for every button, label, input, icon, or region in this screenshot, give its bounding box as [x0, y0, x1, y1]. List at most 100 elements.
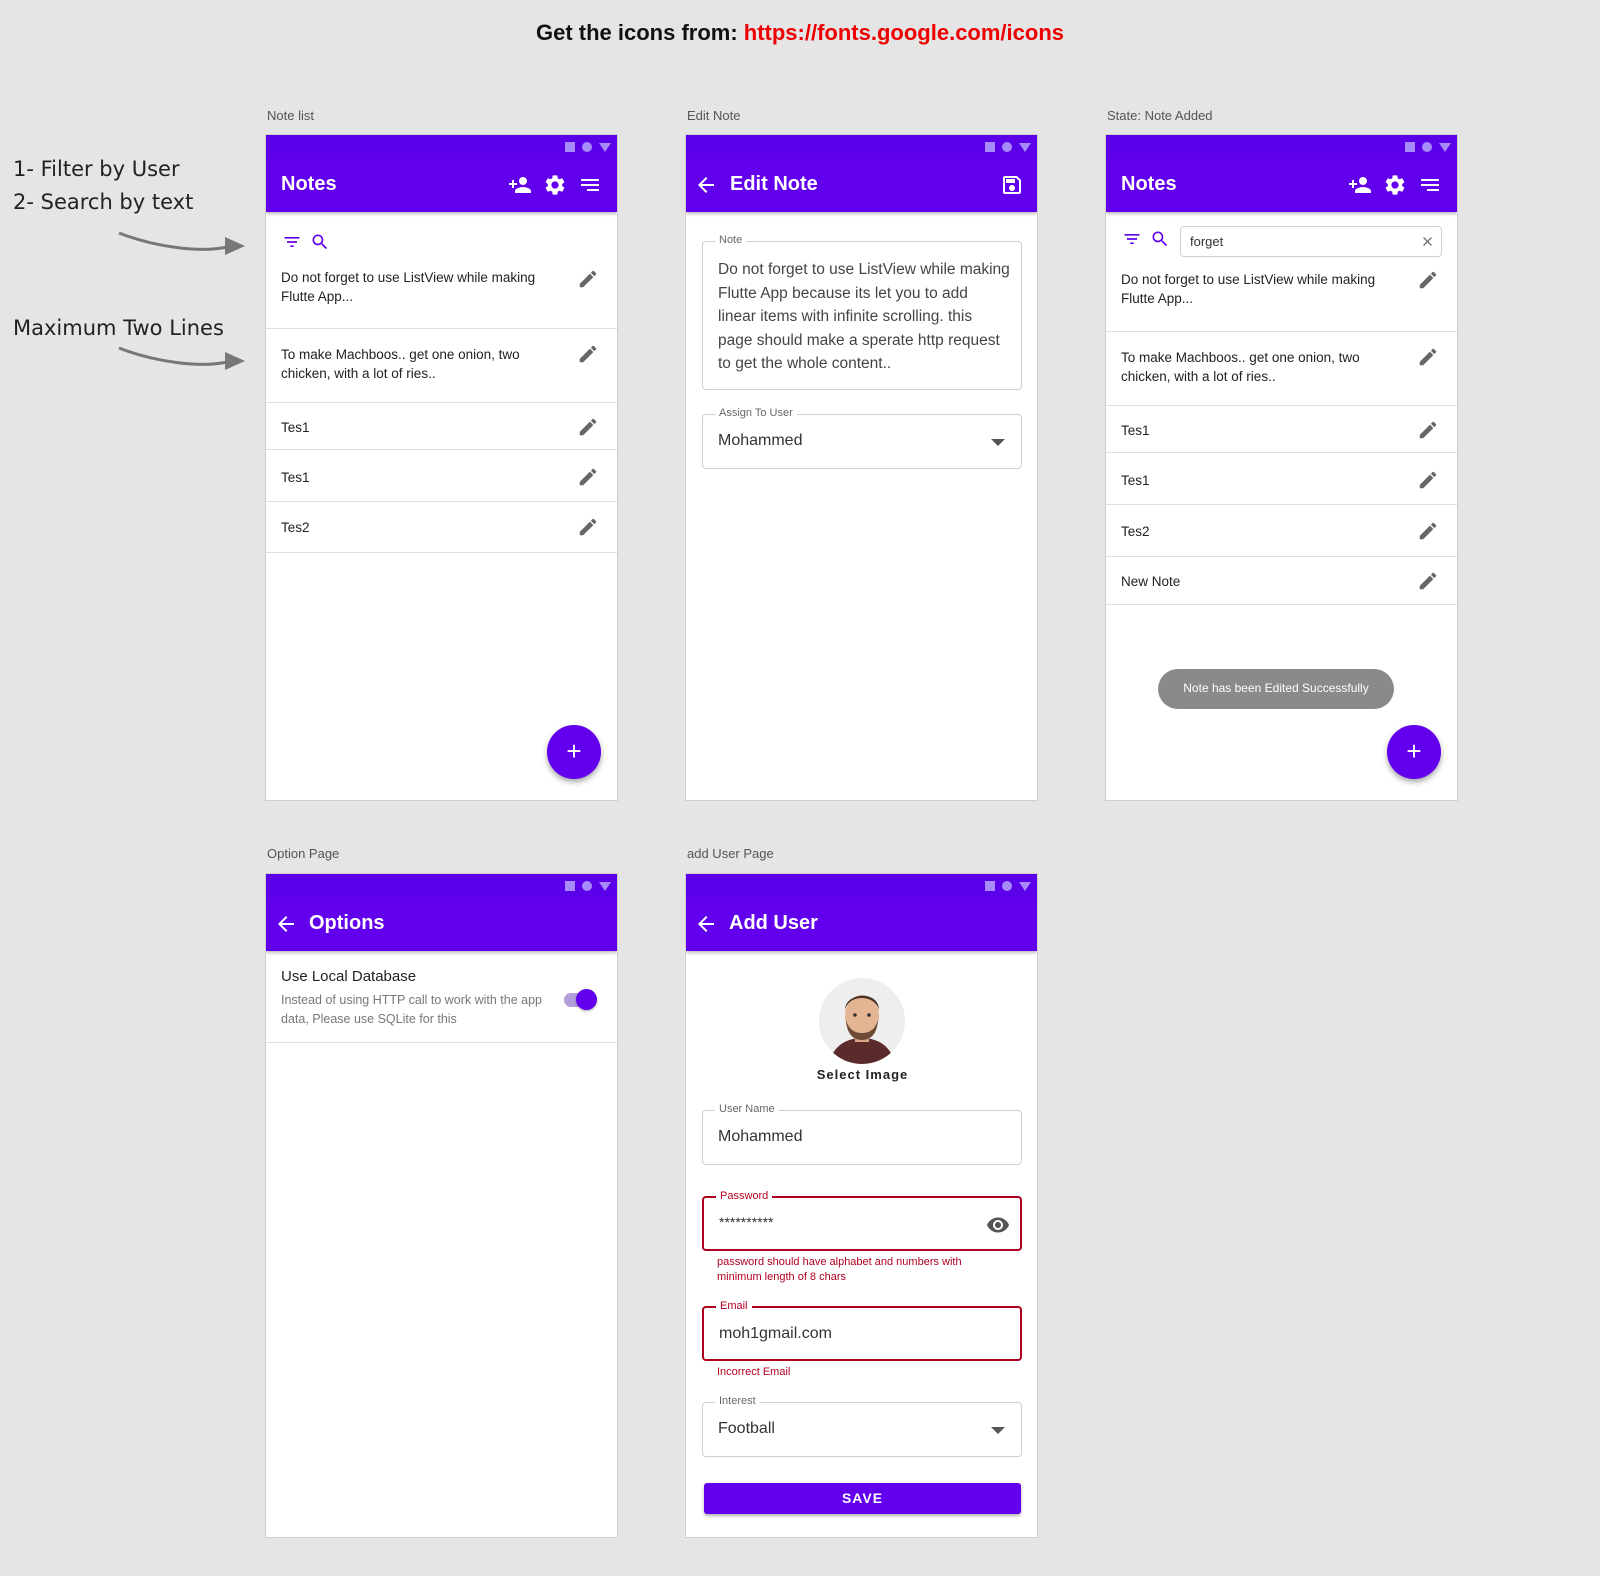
assign-user-select[interactable]: Assign To User Mohammed [702, 407, 1022, 469]
edit-icon[interactable] [1417, 469, 1439, 491]
filter-icon[interactable] [282, 232, 302, 252]
note-text: Do not forget to use ListView while maki… [1121, 272, 1376, 306]
edit-icon[interactable] [577, 268, 599, 290]
status-signal-icon [1019, 143, 1031, 152]
username-value: Mohammed [718, 1128, 803, 1145]
add-note-fab[interactable]: + [1387, 725, 1441, 779]
email-error: Incorrect Email [717, 1366, 791, 1378]
list-item[interactable]: Do not forget to use ListView while maki… [1106, 259, 1457, 332]
note-text: Tes1 [281, 470, 310, 485]
toggle-thumb [576, 989, 597, 1010]
list-item[interactable]: Do not forget to use ListView while maki… [266, 260, 617, 329]
status-bar [1106, 135, 1457, 158]
status-square-icon [565, 142, 575, 152]
clear-icon[interactable] [1420, 234, 1435, 249]
frame-label-note-list: Note list [267, 108, 314, 123]
edit-icon[interactable] [1417, 269, 1439, 291]
list-item[interactable]: Tes1 [1106, 453, 1457, 505]
person-add-icon[interactable] [508, 173, 532, 197]
add-note-fab[interactable]: + [547, 725, 601, 779]
edit-icon[interactable] [577, 516, 599, 538]
list-item[interactable]: Tes2 [1106, 505, 1457, 557]
notes-icon[interactable] [1418, 173, 1442, 197]
status-signal-icon [1439, 143, 1451, 152]
local-database-toggle[interactable] [564, 989, 597, 1010]
list-item[interactable]: Tes1 [266, 450, 617, 502]
app-bar: Edit Note [686, 158, 1037, 212]
search-input-value: forget [1190, 234, 1224, 249]
status-square-icon [565, 881, 575, 891]
status-circle-icon [1422, 142, 1432, 152]
settings-icon[interactable] [1383, 173, 1407, 197]
status-signal-icon [599, 143, 611, 152]
annotation-filter: 1- Filter by User [13, 157, 180, 181]
snackbar-toast: Note has been Edited Successfully [1158, 669, 1394, 709]
edit-icon[interactable] [577, 343, 599, 365]
note-text: Tes1 [281, 420, 310, 435]
filter-search-row [266, 216, 617, 260]
edit-icon[interactable] [1417, 520, 1439, 542]
search-input[interactable]: forget [1180, 226, 1442, 257]
edit-icon[interactable] [1417, 570, 1439, 592]
icons-source-prefix: Get the icons from: [535, 20, 744, 45]
annotation-arrow-icon [118, 231, 245, 255]
app-bar-title: Add User [729, 912, 818, 934]
list-item[interactable]: To make Machboos.. get one onion, two ch… [1106, 332, 1457, 406]
setting-local-database[interactable]: Use Local Database Instead of using HTTP… [266, 951, 617, 1043]
dropdown-arrow-icon [991, 1427, 1005, 1434]
search-icon[interactable] [310, 232, 330, 252]
save-button[interactable]: SAVE [704, 1483, 1021, 1514]
avatar[interactable] [819, 978, 905, 1064]
notes-icon[interactable] [578, 173, 602, 197]
interest-select[interactable]: Interest Football [702, 1395, 1022, 1457]
note-text: Tes2 [281, 520, 310, 535]
annotation-arrow-icon [118, 346, 245, 370]
back-arrow-icon[interactable] [694, 912, 718, 936]
note-text: To make Machboos.. get one onion, two ch… [281, 347, 520, 381]
search-icon[interactable] [1150, 229, 1170, 249]
username-field[interactable]: User Name Mohammed [702, 1103, 1022, 1165]
list-item[interactable]: Tes2 [266, 502, 617, 553]
back-arrow-icon[interactable] [274, 912, 298, 936]
note-text: New Note [1121, 574, 1181, 589]
frame-label-note-added: State: Note Added [1107, 108, 1213, 123]
edit-icon[interactable] [1417, 419, 1439, 441]
filter-icon[interactable] [1122, 229, 1142, 249]
edit-icon[interactable] [1417, 346, 1439, 368]
settings-icon[interactable] [543, 173, 567, 197]
interest-label: Interest [715, 1395, 760, 1407]
save-icon[interactable] [1000, 173, 1024, 197]
annotation-search: 2- Search by text [13, 190, 194, 214]
password-error: password should have alphabet and number… [717, 1256, 962, 1283]
status-bar [686, 135, 1037, 158]
edit-icon[interactable] [577, 416, 599, 438]
options-screen: Options Use Local Database Instead of us… [265, 873, 618, 1538]
note-field-value: Do not forget to use ListView while maki… [718, 261, 1010, 372]
list-item[interactable]: Tes1 [266, 403, 617, 450]
person-add-icon[interactable] [1348, 173, 1372, 197]
icons-source-link[interactable]: https://fonts.google.com/icons [744, 20, 1064, 45]
icons-source-note: Get the icons from: https://fonts.google… [0, 20, 1600, 46]
app-bar: Add User [686, 897, 1037, 951]
email-value: moh1gmail.com [719, 1325, 832, 1342]
back-arrow-icon[interactable] [694, 173, 718, 197]
note-field[interactable]: Note Do not forget to use ListView while… [702, 234, 1022, 390]
visibility-icon[interactable] [986, 1213, 1010, 1237]
password-field[interactable]: Password ********** [702, 1190, 1022, 1251]
list-item[interactable]: Tes1 [1106, 406, 1457, 453]
edit-icon[interactable] [577, 466, 599, 488]
app-bar: Notes [1106, 158, 1457, 212]
dropdown-arrow-icon [991, 439, 1005, 446]
assign-user-label: Assign To User [715, 407, 797, 419]
list-item[interactable]: New Note [1106, 557, 1457, 605]
status-circle-icon [1002, 142, 1012, 152]
app-bar-title: Notes [281, 173, 337, 195]
select-image-label[interactable]: Select Image [686, 1067, 1037, 1082]
list-item[interactable]: To make Machboos.. get one onion, two ch… [266, 329, 617, 403]
status-square-icon [1405, 142, 1415, 152]
email-label: Email [716, 1300, 752, 1312]
email-field[interactable]: Email moh1gmail.com [702, 1300, 1022, 1361]
annotation-filter-search: 1- Filter by User 2- Search by text [13, 153, 193, 219]
app-bar-title: Notes [1121, 173, 1177, 195]
app-bar-title: Options [309, 912, 385, 934]
